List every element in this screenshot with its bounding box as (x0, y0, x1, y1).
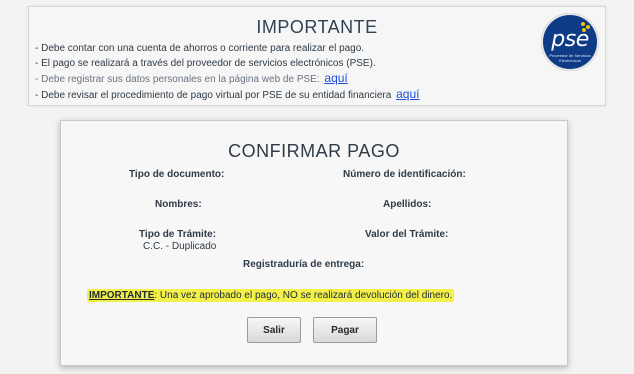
refund-warning-text: : Una vez aprobado el pago, NO se realiz… (154, 290, 453, 301)
label-registraduria-entrega: Registraduría de entrega: (243, 259, 365, 270)
link-revisar-aqui[interactable]: aquí (396, 87, 419, 101)
bullet-cuenta-text: - Debe contar con una cuenta de ahorros … (35, 43, 365, 54)
label-tipo-tramite: Tipo de Trámite: (139, 229, 217, 240)
pagar-button[interactable]: Pagar (313, 317, 377, 343)
bullet-revisar-text: - Debe revisar el procedimiento de pago … (35, 90, 392, 101)
bullet-proveedor: - El pago se realizará a través del prov… (35, 56, 535, 71)
link-registrar-aqui[interactable]: aquí (324, 71, 347, 85)
bullet-registrar: - Debe registrar sus datos personales en… (35, 71, 535, 87)
pse-logo-text: pse (551, 27, 589, 52)
bullet-registrar-text: - Debe registrar sus datos personales en… (35, 74, 320, 85)
value-tipo-tramite: C.C. - Duplicado (143, 241, 217, 252)
label-valor-tramite: Valor del Trámite: (365, 229, 449, 240)
page: IMPORTANTE - Debe contar con una cuenta … (0, 0, 634, 374)
label-numero-identificacion: Número de identificación: (343, 169, 466, 180)
label-nombres: Nombres: (155, 199, 202, 210)
refund-warning-label: IMPORTANTE (89, 290, 155, 301)
pse-logo-dot (581, 22, 585, 26)
salir-button[interactable]: Salir (247, 317, 301, 343)
pse-logo-subtext: Proveedor de Servicios Electrónicos (549, 53, 591, 63)
important-info-box: IMPORTANTE - Debe contar con una cuenta … (28, 6, 606, 106)
important-bullets: - Debe contar con una cuenta de ahorros … (35, 41, 535, 103)
confirm-payment-panel: CONFIRMAR PAGO Tipo de documento: Número… (60, 120, 568, 366)
refund-warning: IMPORTANTE: Una vez aprobado el pago, NO… (87, 289, 455, 302)
bullet-proveedor-text: - El pago se realizará a través del prov… (35, 58, 376, 69)
bullet-revisar: - Debe revisar el procedimiento de pago … (35, 87, 535, 103)
important-title: IMPORTANTE (256, 17, 378, 37)
pse-logo: pse Proveedor de Servicios Electrónicos (541, 13, 599, 71)
bullet-cuenta: - Debe contar con una cuenta de ahorros … (35, 41, 535, 56)
label-apellidos: Apellidos: (383, 199, 432, 210)
confirm-title: CONFIRMAR PAGO (228, 141, 400, 161)
label-tipo-documento: Tipo de documento: (129, 169, 225, 180)
